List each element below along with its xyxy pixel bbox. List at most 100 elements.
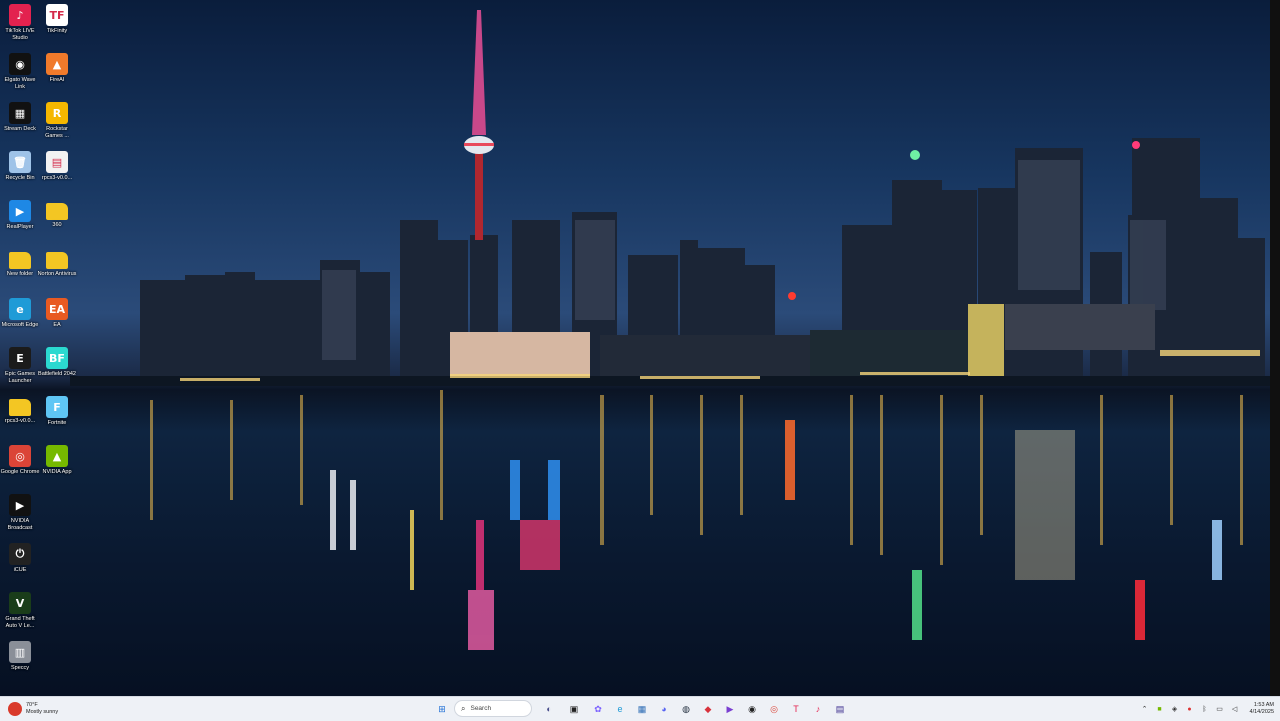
desktop-icon[interactable]: ▦ Stream Deck bbox=[0, 102, 40, 133]
desktop-icon[interactable]: ◉ Elgato Wave Link bbox=[0, 53, 40, 91]
desktop-icon[interactable]: ◎ Google Chrome bbox=[0, 445, 40, 476]
desktop-icon[interactable]: ▤ rpcs3-v0.0... bbox=[37, 151, 77, 182]
network-icon[interactable]: ◈ bbox=[1170, 704, 1180, 714]
desktop-icon[interactable]: 🗑 Recycle Bin bbox=[0, 151, 40, 182]
taskbar: 70°F Mostly sunny ⊞ ◐ ▣ ✿ e ▦ ◕ ◍ ◆ ▶ ◉ ◎ T ♪ ▤ ⌕ Sear… bbox=[0, 696, 1280, 721]
desktop-icon[interactable]: New folder bbox=[0, 249, 40, 278]
folder-icon bbox=[9, 252, 31, 269]
city-skyline-wallpaper bbox=[70, 10, 1270, 650]
desktop-icon[interactable]: ▲ FireAI bbox=[37, 53, 77, 84]
desktop-icon-label: Google Chrome bbox=[0, 469, 40, 475]
desktop-icon-label: Epic Games Launcher bbox=[5, 371, 35, 384]
weather-icon bbox=[8, 702, 22, 716]
store-icon[interactable]: ▦ bbox=[634, 701, 650, 717]
desktop-icon[interactable]: BF Battlefield 2042 bbox=[37, 347, 77, 378]
desktop-icon[interactable]: Norton Antivirus bbox=[37, 249, 77, 278]
tikfinity-icon[interactable]: T bbox=[788, 701, 804, 717]
edge-icon: e bbox=[9, 298, 31, 320]
document-icon: ▤ bbox=[46, 151, 68, 173]
folder-icon bbox=[9, 399, 31, 416]
tikfinity-icon: TF bbox=[46, 4, 68, 26]
desktop-icon-label: 360 bbox=[52, 222, 62, 228]
weather-widget[interactable]: 70°F Mostly sunny bbox=[8, 700, 58, 718]
desktop-icon-label: TikFinity bbox=[46, 28, 68, 34]
folder-icon bbox=[46, 203, 68, 220]
desktop-icon[interactable]: ⏻ iCUE bbox=[0, 543, 40, 574]
desktop-icon-label: NVIDIA Broadcast bbox=[7, 518, 33, 531]
obs-icon[interactable]: ◉ bbox=[744, 701, 760, 717]
desktop-icon-label: Rockstar Games ... bbox=[45, 126, 69, 139]
clock[interactable]: 1:53 AM 4/14/2025 bbox=[1250, 702, 1274, 716]
weather-temp: 70°F bbox=[26, 702, 38, 708]
steam-icon[interactable]: ◍ bbox=[678, 701, 694, 717]
desktop-wallpaper: ♪ TikTok LIVE Studio TF TikFinity ◉ Elgato Wa… bbox=[0, 0, 1270, 696]
desktop-icon[interactable]: F Fortnite bbox=[37, 396, 77, 427]
desktop-icon[interactable]: EA EA bbox=[37, 298, 77, 329]
chrome-icon: ◎ bbox=[9, 445, 31, 467]
desktop-icon[interactable]: 360 bbox=[37, 200, 77, 229]
chevron-up-icon[interactable]: ⌃ bbox=[1140, 704, 1150, 714]
recycle-bin-icon: 🗑 bbox=[9, 151, 31, 173]
desktop-icon-label: Speccy bbox=[10, 665, 30, 671]
desktop-icon[interactable]: ▲ NVIDIA App bbox=[37, 445, 77, 476]
desktop-icon[interactable]: ▶ RealPlayer bbox=[0, 200, 40, 231]
edge-icon[interactable]: e bbox=[612, 701, 628, 717]
desktop-icon-label: NVIDIA App bbox=[42, 469, 72, 475]
icue-icon: ⏻ bbox=[9, 543, 31, 565]
display-icon[interactable]: ▭ bbox=[1215, 704, 1225, 714]
epic-games-icon: E bbox=[9, 347, 31, 369]
desktop-icon[interactable]: ▥ Speccy bbox=[0, 641, 40, 672]
desktop-icon-label: Recycle Bin bbox=[5, 175, 35, 181]
battlefield-icon: BF bbox=[46, 347, 68, 369]
desktop-icon[interactable]: R Rockstar Games ... bbox=[37, 102, 77, 140]
desktop-icon-label: Elgato Wave Link bbox=[4, 77, 36, 90]
desktop-icon-label: New folder bbox=[6, 271, 34, 277]
desktop-icon-label: Microsoft Edge bbox=[1, 322, 39, 328]
copilot-icon[interactable]: ✿ bbox=[590, 701, 606, 717]
desktop-icon[interactable]: E Epic Games Launcher bbox=[0, 347, 40, 385]
media-icon[interactable]: ▶ bbox=[722, 701, 738, 717]
desktop-icon[interactable]: V Grand Theft Auto V Le... bbox=[0, 592, 40, 630]
windows-start-icon[interactable]: ⊞ bbox=[434, 701, 450, 717]
desktop-icon-label: EA bbox=[53, 322, 61, 328]
clock-time: 1:53 AM bbox=[1253, 702, 1274, 708]
tiktok-icon: ♪ bbox=[9, 4, 31, 26]
tiktok-icon[interactable]: ♪ bbox=[810, 701, 826, 717]
desktop-icon[interactable]: ▶ NVIDIA Broadcast bbox=[0, 494, 40, 532]
ea-icon: EA bbox=[46, 298, 68, 320]
desktop-icon[interactable]: e Microsoft Edge bbox=[0, 298, 40, 329]
desktop-icon[interactable]: ♪ TikTok LIVE Studio bbox=[0, 4, 40, 42]
task-view-icon[interactable]: ▣ bbox=[566, 701, 582, 717]
desktop-icon[interactable]: rpcs3-v0.0... bbox=[0, 396, 40, 425]
search-placeholder: Search bbox=[470, 705, 492, 712]
desktop-icon-label: Stream Deck bbox=[4, 126, 36, 132]
desktop-icon-label: Battlefield 2042 bbox=[38, 371, 76, 377]
realplayer-icon: ▶ bbox=[9, 200, 31, 222]
app-red-icon[interactable]: ◆ bbox=[700, 701, 716, 717]
gamepad-icon[interactable]: ◐ bbox=[541, 701, 557, 717]
desktop-icon-label: iCUE bbox=[13, 567, 27, 573]
stream-deck-icon: ▦ bbox=[9, 102, 31, 124]
weather-description: Mostly sunny bbox=[26, 709, 59, 715]
nvidia-icon: ▲ bbox=[46, 445, 68, 467]
desktop-icon[interactable]: TF TikFinity bbox=[37, 4, 77, 35]
desktop-icon-label: rpcs3-v0.0... bbox=[41, 175, 73, 181]
clock-date: 4/14/2025 bbox=[1249, 709, 1274, 715]
wave-link-icon: ◉ bbox=[9, 53, 31, 75]
fortnite-icon: F bbox=[46, 396, 68, 418]
gta-icon: V bbox=[9, 592, 31, 614]
nvidia-tray-icon[interactable]: ■ bbox=[1155, 704, 1165, 714]
taskbar-search[interactable]: ⌕ Search bbox=[454, 700, 532, 717]
fireai-icon: ▲ bbox=[46, 53, 68, 75]
desktop-icon-label: TikTok LIVE Studio bbox=[5, 28, 35, 41]
desktop-icon-label: FireAI bbox=[49, 77, 65, 83]
discord-icon[interactable]: ◕ bbox=[656, 701, 672, 717]
security-icon[interactable]: ● bbox=[1185, 704, 1195, 714]
folder-icon bbox=[46, 252, 68, 269]
volume-icon[interactable]: ◁ bbox=[1230, 704, 1240, 714]
terminal-icon[interactable]: ▤ bbox=[832, 701, 848, 717]
bluetooth-icon[interactable]: ᛒ bbox=[1200, 704, 1210, 714]
search-icon: ⌕ bbox=[461, 703, 466, 713]
chrome-icon[interactable]: ◎ bbox=[766, 701, 782, 717]
screen-edge bbox=[1270, 0, 1280, 696]
